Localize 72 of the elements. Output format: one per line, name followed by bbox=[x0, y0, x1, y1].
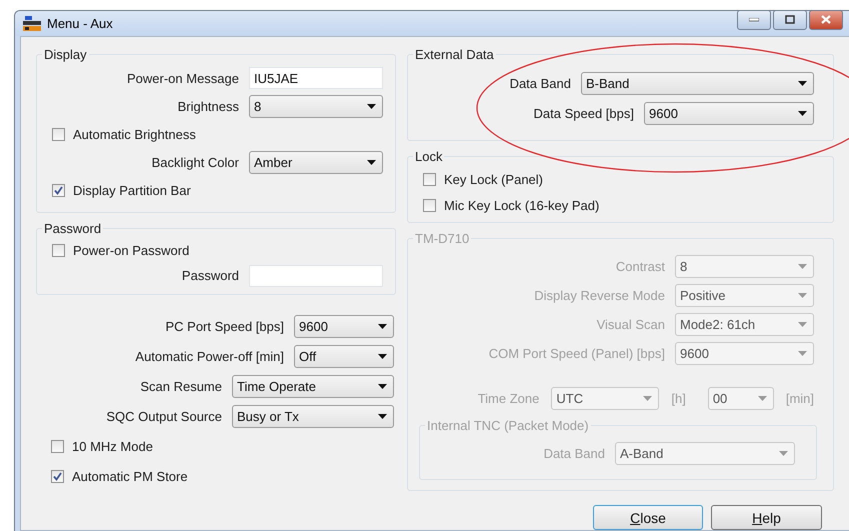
field-label: SQC Output Source bbox=[106, 408, 222, 424]
minimize-icon bbox=[749, 18, 759, 22]
dropdown-arrow-icon bbox=[378, 354, 387, 358]
dropdown[interactable]: B-Band bbox=[581, 72, 814, 94]
dropdown-arrow-icon bbox=[798, 264, 807, 269]
dropdown-arrow-icon bbox=[378, 324, 387, 328]
checkbox[interactable] bbox=[52, 128, 65, 140]
dropdown-arrow-icon bbox=[798, 110, 807, 116]
field-label: COM Port Speed (Panel) [bps] bbox=[488, 346, 665, 361]
field-label: Brightness bbox=[178, 98, 239, 114]
dropdown[interactable]: 9600 bbox=[644, 102, 814, 124]
checkbox-label: Key Lock (Panel) bbox=[444, 172, 543, 186]
checkbox[interactable] bbox=[51, 440, 64, 452]
dialog-button[interactable]: Close bbox=[593, 505, 703, 530]
field-label: Time Zone bbox=[478, 390, 540, 406]
group-title: Password bbox=[43, 221, 102, 236]
checkbox[interactable] bbox=[52, 244, 65, 257]
field-label: Data Band bbox=[544, 446, 605, 460]
minimize-button[interactable] bbox=[737, 11, 771, 30]
field-label: Automatic Power-off [min] bbox=[135, 348, 284, 364]
group-title: External Data bbox=[414, 47, 495, 62]
dropdown-arrow-icon bbox=[378, 414, 387, 418]
dropdown[interactable]: Off bbox=[294, 344, 394, 368]
checkbox-label: Display Partition Bar bbox=[73, 182, 191, 198]
dropdown[interactable]: Amber bbox=[249, 150, 383, 174]
field-label: Contrast bbox=[616, 259, 665, 274]
close-icon bbox=[821, 15, 831, 24]
dropdown[interactable]: Busy or Tx bbox=[232, 404, 394, 428]
checkbox-label: Automatic Brightness bbox=[73, 126, 196, 142]
field-label: Data Band bbox=[510, 76, 571, 90]
dropdown-arrow-icon bbox=[367, 160, 376, 164]
dropdown-arrow-icon bbox=[798, 351, 807, 356]
field-label: Display Reverse Mode bbox=[534, 288, 665, 303]
checkbox[interactable] bbox=[423, 198, 436, 212]
dropdown[interactable]: 8 bbox=[249, 94, 383, 118]
dropdown-arrow-icon bbox=[798, 80, 807, 86]
field-label: Visual Scan bbox=[596, 317, 665, 332]
group-title: Display bbox=[43, 47, 88, 62]
window-title: Menu - Aux bbox=[47, 16, 114, 31]
group-title: Internal TNC (Packet Mode) bbox=[426, 418, 590, 433]
dropdown-arrow-icon bbox=[643, 396, 652, 400]
dropdown-arrow-icon bbox=[758, 396, 767, 400]
dropdown-arrow-icon bbox=[378, 384, 387, 388]
dropdown-arrow-icon bbox=[798, 322, 807, 327]
group-title: Lock bbox=[414, 149, 444, 164]
checkbox[interactable] bbox=[423, 172, 436, 186]
field-label: PC Port Speed [bps] bbox=[165, 318, 284, 334]
checkbox-label: 10 MHz Mode bbox=[72, 438, 153, 454]
field-label: Data Speed [bps] bbox=[534, 106, 634, 120]
unit-label: [min] bbox=[786, 390, 814, 406]
checkbox-label: Power-on Password bbox=[73, 243, 190, 258]
checkbox[interactable] bbox=[51, 470, 64, 482]
dropdown[interactable]: 9600 bbox=[294, 314, 394, 338]
checkbox[interactable] bbox=[52, 184, 65, 196]
maximize-button[interactable] bbox=[773, 11, 807, 30]
dropdown-arrow-icon bbox=[367, 104, 376, 108]
checkbox-label: Automatic PM Store bbox=[72, 468, 188, 484]
dropdown[interactable]: Time Operate bbox=[232, 374, 394, 398]
group-title: TM-D710 bbox=[414, 231, 470, 246]
text-field[interactable] bbox=[249, 264, 383, 286]
field-label: Backlight Color bbox=[152, 154, 239, 170]
unit-label: [h] bbox=[671, 390, 686, 406]
field-label: Password bbox=[182, 268, 239, 283]
checkbox-label: Mic Key Lock (16-key Pad) bbox=[444, 198, 600, 212]
field-label: Scan Resume bbox=[140, 378, 222, 394]
dialog-button[interactable]: Help bbox=[711, 505, 822, 530]
field-label: Power-on Message bbox=[127, 70, 239, 86]
close-button[interactable] bbox=[809, 11, 843, 30]
dropdown-arrow-icon bbox=[798, 293, 807, 298]
maximize-icon bbox=[785, 15, 795, 24]
text-field[interactable]: IU5JAE bbox=[249, 67, 383, 89]
dropdown-arrow-icon bbox=[779, 450, 788, 456]
